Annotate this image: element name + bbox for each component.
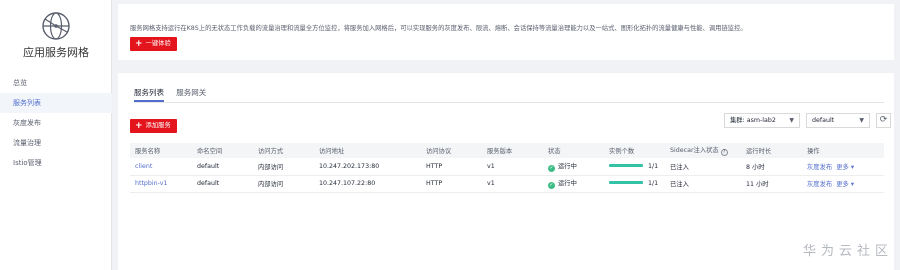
address-cell: 10.247.107.22:80 xyxy=(314,175,421,193)
access-cell: 内部访问 xyxy=(253,175,314,193)
col-actions: 操作 xyxy=(802,143,884,158)
col-status: 状态 xyxy=(543,143,604,158)
more-label: 更多 xyxy=(836,181,849,188)
col-uptime: 运行时长 xyxy=(741,143,802,158)
instances-cell: 1/1 xyxy=(604,175,665,193)
namespace-cell: default xyxy=(192,175,253,193)
more-label: 更多 xyxy=(836,163,849,171)
version-cell: v1 xyxy=(482,175,543,193)
service-table: 服务名称 命名空间 访问方式 访问地址 访问协议 服务版本 状态 实例个数 Si… xyxy=(130,143,884,193)
add-service-button[interactable]: + 添加服务 xyxy=(130,119,177,133)
cluster-value: asm-lab2 xyxy=(746,117,776,124)
table-row: client default 内部访问 10.247.202.173:80 HT… xyxy=(130,158,884,176)
one-click-trial-button[interactable]: + 一键体验 xyxy=(130,37,177,51)
version-cell: v1 xyxy=(482,158,543,176)
service-name-link[interactable]: client xyxy=(130,158,192,176)
namespace-value: default xyxy=(812,117,835,124)
status-cell: ✓ 运行中 xyxy=(543,158,604,176)
add-service-label: 添加服务 xyxy=(145,122,171,129)
plus-icon: + xyxy=(135,39,143,49)
col-access-address: 访问地址 xyxy=(314,143,421,158)
more-dropdown[interactable]: 更多 ▾ xyxy=(836,164,854,171)
namespace-cell: default xyxy=(192,158,253,176)
plus-icon: + xyxy=(135,121,143,131)
sidebar-item-traffic-governance[interactable]: 流量治理 xyxy=(0,133,112,153)
sidebar-item-overview[interactable]: 总览 xyxy=(0,73,112,93)
canary-release-link[interactable]: 灰度发布 xyxy=(807,164,832,171)
table-row: httpbin-v1 default 内部访问 10.247.107.22:80… xyxy=(130,175,884,193)
sidebar: 应用服务网格 总览 服务列表 灰度发布 流量治理 Istio管理 xyxy=(0,0,112,270)
more-dropdown[interactable]: 更多 ▾ xyxy=(836,181,854,188)
col-instances: 实例个数 xyxy=(604,143,665,158)
sidebar-item-canary-release[interactable]: 灰度发布 xyxy=(0,113,112,133)
sidecar-cell: 已注入 xyxy=(665,158,741,176)
tab-service-gateway[interactable]: 服务网关 xyxy=(176,87,206,102)
protocol-cell: HTTP xyxy=(421,175,482,193)
service-list-panel: 服务列表 服务网关 + 添加服务 集群: asm-lab2 ▼ default ▼… xyxy=(118,73,894,270)
status-text: 运行中 xyxy=(558,162,577,170)
service-name-link[interactable]: httpbin-v1 xyxy=(130,175,192,193)
tab-divider xyxy=(134,102,884,103)
uptime-cell: 8 小时 xyxy=(741,158,802,176)
cluster-select[interactable]: 集群: asm-lab2 ▼ xyxy=(724,113,800,128)
instances-text: 1/1 xyxy=(648,180,659,187)
watermark: 华为云社区 xyxy=(803,244,894,259)
sidebar-nav: 总览 服务列表 灰度发布 流量治理 Istio管理 xyxy=(0,73,112,173)
col-sidecar: Sidecar注入状态? xyxy=(665,143,741,158)
status-cell: ✓ 运行中 xyxy=(543,175,604,193)
chevron-down-icon: ▼ xyxy=(789,117,794,124)
intro-description: 服务网格支持运行在K8S上的无状态工作负载的流量治理和流量全方位监控，将服务加入… xyxy=(130,25,747,32)
intro-panel: 服务网格支持运行在K8S上的无状态工作负载的流量治理和流量全方位监控，将服务加入… xyxy=(118,4,894,60)
actions-cell: 灰度发布 更多 ▾ xyxy=(802,158,884,176)
protocol-cell: HTTP xyxy=(421,158,482,176)
actions-cell: 灰度发布 更多 ▾ xyxy=(802,175,884,193)
col-access-mode: 访问方式 xyxy=(253,143,314,158)
check-circle-icon: ✓ xyxy=(548,182,555,189)
chevron-down-icon: ▾ xyxy=(850,181,854,188)
trial-button-label: 一键体验 xyxy=(145,40,171,47)
col-protocol: 访问协议 xyxy=(421,143,482,158)
instances-cell: 1/1 xyxy=(604,158,665,176)
instance-progress-bar xyxy=(609,163,643,167)
app-title: 应用服务网格 xyxy=(23,46,89,59)
uptime-cell: 11 小时 xyxy=(741,175,802,193)
tab-service-list[interactable]: 服务列表 xyxy=(134,87,164,102)
refresh-icon[interactable]: ⟳ xyxy=(876,113,891,128)
help-icon[interactable]: ? xyxy=(720,149,728,156)
service-name[interactable]: httpbin-v1 xyxy=(135,180,168,187)
col-version: 服务版本 xyxy=(482,143,543,158)
namespace-select[interactable]: default ▼ xyxy=(806,113,870,128)
service-name[interactable]: client xyxy=(135,163,152,170)
col-service-name: 服务名称 xyxy=(130,143,192,158)
sidecar-cell: 已注入 xyxy=(665,175,741,193)
canary-release-link[interactable]: 灰度发布 xyxy=(807,181,832,188)
sidecar-header-label: Sidecar注入状态 xyxy=(670,147,719,154)
instances-text: 1/1 xyxy=(648,162,659,170)
instance-progress-bar xyxy=(609,181,643,184)
access-cell: 内部访问 xyxy=(253,158,314,176)
cluster-label: 集群: xyxy=(730,117,745,124)
status-text: 运行中 xyxy=(558,180,577,187)
chevron-down-icon: ▾ xyxy=(850,163,854,171)
sidebar-item-service-list[interactable]: 服务列表 xyxy=(0,93,112,113)
check-circle-icon: ✓ xyxy=(548,164,555,172)
table-header-row: 服务名称 命名空间 访问方式 访问地址 访问协议 服务版本 状态 实例个数 Si… xyxy=(130,143,884,158)
address-cell: 10.247.202.173:80 xyxy=(314,158,421,176)
chevron-down-icon: ▼ xyxy=(859,117,864,124)
sidebar-item-istio-management[interactable]: Istio管理 xyxy=(0,153,112,173)
col-namespace: 命名空间 xyxy=(192,143,253,158)
tab-bar: 服务列表 服务网关 xyxy=(134,87,216,103)
